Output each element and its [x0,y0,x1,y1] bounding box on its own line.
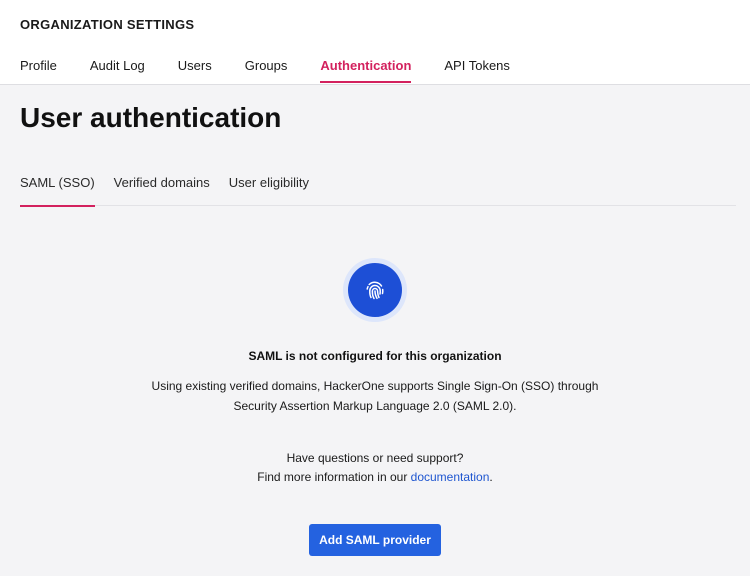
tab-groups[interactable]: Groups [245,58,288,84]
description-line: Security Assertion Markup Language 2.0 (… [233,399,517,413]
fingerprint-icon [348,263,402,317]
page-title: User authentication [20,102,282,133]
tab-verified-domains[interactable]: Verified domains [114,175,210,206]
tab-profile[interactable]: Profile [20,58,57,84]
saml-empty-state: SAML is not configured for this organiza… [0,258,750,556]
tab-audit-log[interactable]: Audit Log [90,58,145,84]
settings-tabs: Profile Audit Log Users Groups Authentic… [20,58,543,84]
empty-state-title: SAML is not configured for this organiza… [248,349,502,363]
support-suffix: . [489,470,493,484]
org-settings-title: ORGANIZATION SETTINGS [20,17,195,32]
tab-user-eligibility[interactable]: User eligibility [229,175,309,206]
tab-authentication[interactable]: Authentication [320,58,412,84]
support-prefix: Find more information in our [257,470,411,484]
fingerprint-badge [343,258,407,322]
description-line: Using existing verified domains, HackerO… [151,379,599,393]
org-settings-header: ORGANIZATION SETTINGS Profile Audit Log … [0,0,750,85]
support-info: Find more information in our documentati… [0,468,750,487]
tab-saml-sso[interactable]: SAML (SSO) [20,175,95,207]
auth-sub-tabs: SAML (SSO) Verified domains User eligibi… [20,175,736,207]
documentation-link[interactable]: documentation [411,470,490,484]
tab-users[interactable]: Users [178,58,212,84]
support-text: Have questions or need support? Find mor… [0,449,750,487]
support-question: Have questions or need support? [286,451,464,465]
add-saml-provider-button[interactable]: Add SAML provider [309,524,441,556]
tab-api-tokens[interactable]: API Tokens [444,58,510,84]
empty-state-description: Using existing verified domains, HackerO… [0,376,750,416]
